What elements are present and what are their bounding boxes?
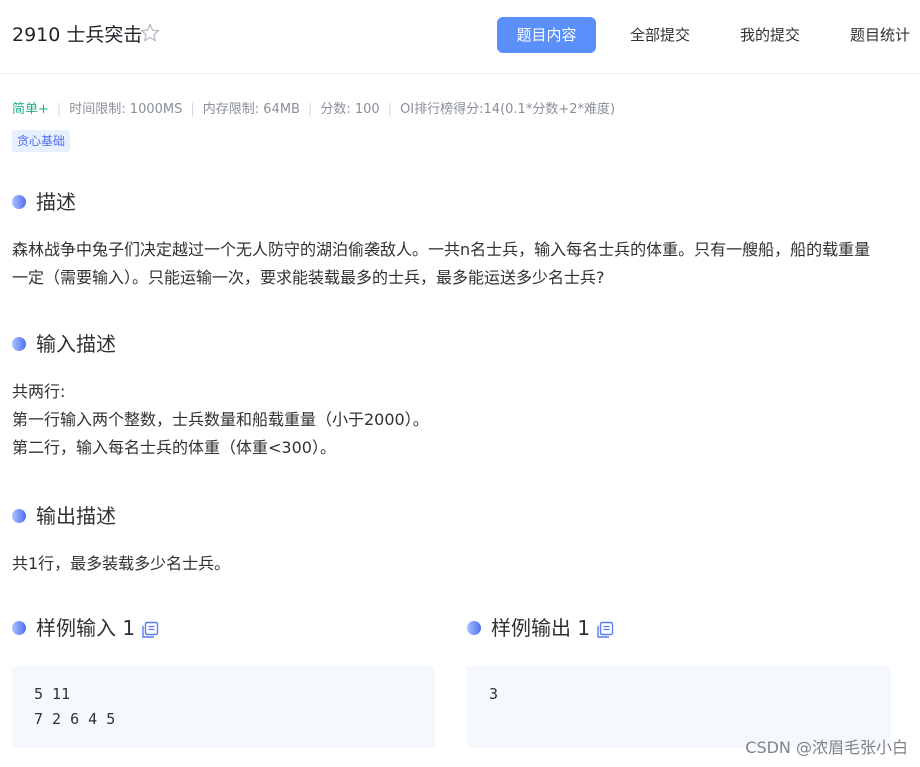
section-title-text: 描述	[36, 190, 76, 214]
star-icon[interactable]	[140, 23, 160, 43]
tab-all-submissions[interactable]: 全部提交	[625, 17, 695, 53]
difficulty-label: 简单+	[12, 102, 49, 117]
oi-score: OI排行榜得分:14(0.1*分数+2*难度)	[400, 102, 616, 117]
sample-input-heading: 样例输入 1	[12, 615, 159, 641]
meta-divider: |	[307, 102, 313, 117]
tab-my-submissions[interactable]: 我的提交	[735, 17, 805, 53]
bullet-dot-icon	[12, 194, 26, 209]
description-text: 森林战争中兔子们决定越过一个无人防守的湖泊偷袭敌人。一共n名士兵，输入每名士兵的…	[12, 236, 870, 292]
copy-icon[interactable]	[596, 619, 614, 638]
problem-meta: 简单+ | 时间限制: 1000MS | 内存限制: 64MB | 分数: 100 | OI排行…	[12, 101, 615, 119]
output-line: 共1行，最多装载多少名士兵。	[12, 554, 231, 573]
problem-title: 2910 士兵突击	[12, 24, 143, 46]
bullet-dot-icon	[12, 620, 26, 635]
output-text: 共1行，最多装载多少名士兵。	[12, 550, 230, 578]
meta-divider: |	[387, 102, 393, 117]
meta-divider: |	[56, 102, 62, 117]
bullet-dot-icon	[12, 508, 26, 523]
output-heading: 输出描述	[12, 503, 116, 529]
section-title-text: 样例输出 1	[491, 616, 591, 640]
description-line: 森林战争中兔子们决定越过一个无人防守的湖泊偷袭敌人。一共n名士兵，输入每名士兵的…	[12, 240, 871, 259]
score: 分数: 100	[320, 102, 380, 117]
input-line: 共两行:	[12, 382, 66, 401]
tab-statistics[interactable]: 题目统计	[845, 17, 915, 53]
input-heading: 输入描述	[12, 331, 116, 357]
tab-problem-content[interactable]: 题目内容	[497, 17, 596, 53]
bullet-dot-icon	[467, 620, 481, 635]
copy-icon[interactable]	[141, 619, 159, 638]
topic-tag[interactable]: 贪心基础	[12, 130, 71, 152]
watermark: CSDN @浓眉毛张小白	[745, 738, 908, 757]
time-limit: 时间限制: 1000MS	[69, 102, 183, 117]
input-line: 第二行，输入每名士兵的体重（体重<300）。	[12, 438, 336, 457]
memory-limit: 内存限制: 64MB	[202, 102, 300, 117]
problem-header: 2910 士兵突击 题目内容 全部提交 我的提交 题目统计	[0, 0, 920, 74]
description-heading: 描述	[12, 189, 76, 215]
sample-output-heading: 样例输出 1	[467, 615, 614, 641]
sample-output-code: 3	[467, 666, 891, 748]
section-title-text: 样例输入 1	[36, 616, 136, 640]
section-title-text: 输出描述	[36, 504, 116, 528]
meta-divider: |	[190, 102, 195, 117]
sample-input-code: 5 11 7 2 6 4 5	[12, 666, 435, 748]
input-text: 共两行: 第一行输入两个整数，士兵数量和船载重量（小于2000）。 第二行，输入…	[12, 378, 429, 462]
description-line: 一定（需要输入）。只能运输一次，要求能装载最多的士兵，最多能运送多少名士兵?	[12, 268, 605, 287]
input-line: 第一行输入两个整数，士兵数量和船载重量（小于2000）。	[12, 410, 429, 429]
bullet-dot-icon	[12, 336, 26, 351]
section-title-text: 输入描述	[36, 332, 116, 356]
